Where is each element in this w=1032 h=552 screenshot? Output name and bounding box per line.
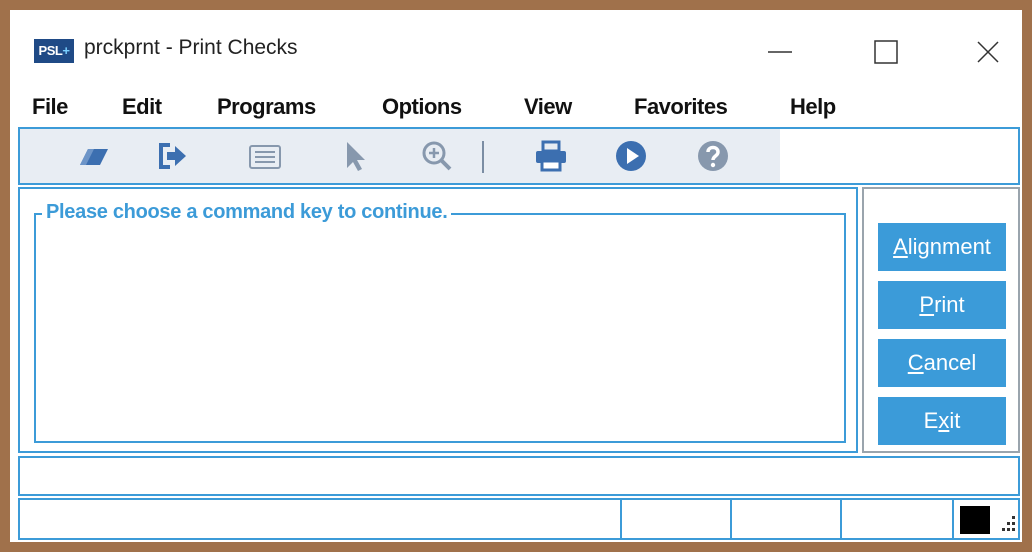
- status-cell-4: [842, 500, 954, 538]
- app-logo-icon: PSL+: [34, 39, 74, 63]
- toolbar-separator: [482, 141, 484, 173]
- main-panel: Please choose a command key to continue.: [18, 187, 858, 453]
- exit-button[interactable]: Exit: [878, 397, 1006, 445]
- menu-edit[interactable]: Edit: [122, 94, 162, 120]
- eraser-icon[interactable]: [78, 139, 112, 173]
- menu-programs[interactable]: Programs: [217, 94, 316, 120]
- printer-icon[interactable]: [534, 139, 568, 173]
- status-bar: [18, 498, 1020, 540]
- resize-grip-icon[interactable]: [998, 506, 1018, 534]
- minimize-icon[interactable]: [760, 32, 800, 72]
- message-bar: [18, 456, 1020, 496]
- status-cell-main: [20, 500, 622, 538]
- prompt-message: Please choose a command key to continue.: [42, 201, 452, 224]
- prompt-group-box: [34, 213, 846, 443]
- menu-favorites[interactable]: Favorites: [634, 94, 728, 120]
- status-cell-3: [732, 500, 842, 538]
- menu-help[interactable]: Help: [790, 94, 836, 120]
- zoom-in-icon[interactable]: [420, 139, 454, 173]
- menu-view[interactable]: View: [524, 94, 572, 120]
- window-title: prckprnt - Print Checks: [84, 36, 298, 59]
- command-panel: Alignment Print Cancel Exit: [862, 187, 1020, 453]
- title-bar[interactable]: PSL+ prckprnt - Print Checks: [10, 10, 1022, 88]
- status-indicator: [960, 506, 990, 534]
- toolbar: [18, 127, 1020, 185]
- play-icon[interactable]: [614, 139, 648, 173]
- cancel-button[interactable]: Cancel: [878, 339, 1006, 387]
- status-cell-2: [622, 500, 732, 538]
- list-icon[interactable]: [248, 139, 282, 173]
- print-checks-window: PSL+ prckprnt - Print Checks File Edit P…: [10, 10, 1022, 542]
- menu-file[interactable]: File: [32, 94, 68, 120]
- pointer-icon[interactable]: [338, 139, 372, 173]
- toolbar-strip: [20, 129, 780, 183]
- close-icon[interactable]: [968, 32, 1008, 72]
- menu-bar: File Edit Programs Options View Favorite…: [10, 88, 1022, 126]
- exit-arrow-icon[interactable]: [156, 139, 190, 173]
- alignment-button[interactable]: Alignment: [878, 223, 1006, 271]
- help-icon[interactable]: [696, 139, 730, 173]
- menu-options[interactable]: Options: [382, 94, 462, 120]
- print-button[interactable]: Print: [878, 281, 1006, 329]
- maximize-icon[interactable]: [866, 32, 906, 72]
